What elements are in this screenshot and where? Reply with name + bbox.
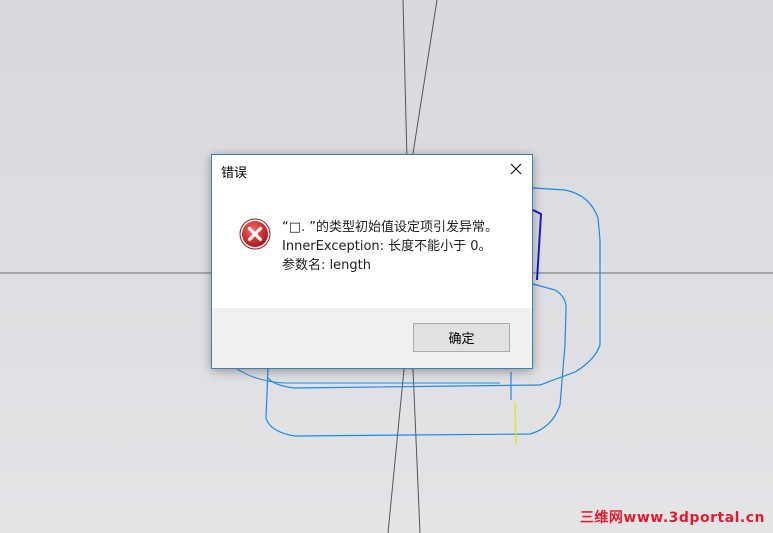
sketch-dark-edge	[532, 209, 543, 281]
error-message-line-3: 参数名: length	[282, 258, 371, 273]
vertical-axis-line-left	[402, 0, 408, 161]
dialog-content: “□. ”的类型初始值设定项引发异常。 InnerException: 长度不能…	[212, 186, 532, 308]
vertical-axis-line-right	[411, 0, 438, 161]
vertical-axis-line-lower-right	[412, 368, 421, 533]
ok-button[interactable]: 确定	[413, 323, 510, 352]
error-dialog: 错误 “□. ”的类型初始值设定项引发异常。 InnerException: 长…	[211, 154, 533, 369]
sketch-inner-curve	[236, 368, 500, 384]
watermark: 三维网www.3dportal.cn	[579, 510, 765, 526]
close-icon	[510, 163, 522, 175]
close-button[interactable]	[500, 155, 532, 185]
dialog-titlebar[interactable]: 错误	[212, 155, 532, 186]
dialog-title: 错误	[221, 166, 248, 181]
sketch-yellow-mark	[514, 401, 517, 445]
error-message-line-1: “□. ”的类型初始值设定项引发异常。	[282, 220, 499, 235]
error-message: “□. ”的类型初始值设定项引发异常。 InnerException: 长度不能…	[282, 218, 498, 275]
error-message-line-2: InnerException: 长度不能小于 0。	[282, 239, 492, 254]
vertical-axis-line-lower-left	[387, 368, 405, 533]
error-icon	[239, 218, 271, 250]
dialog-footer: 确定	[212, 308, 532, 368]
